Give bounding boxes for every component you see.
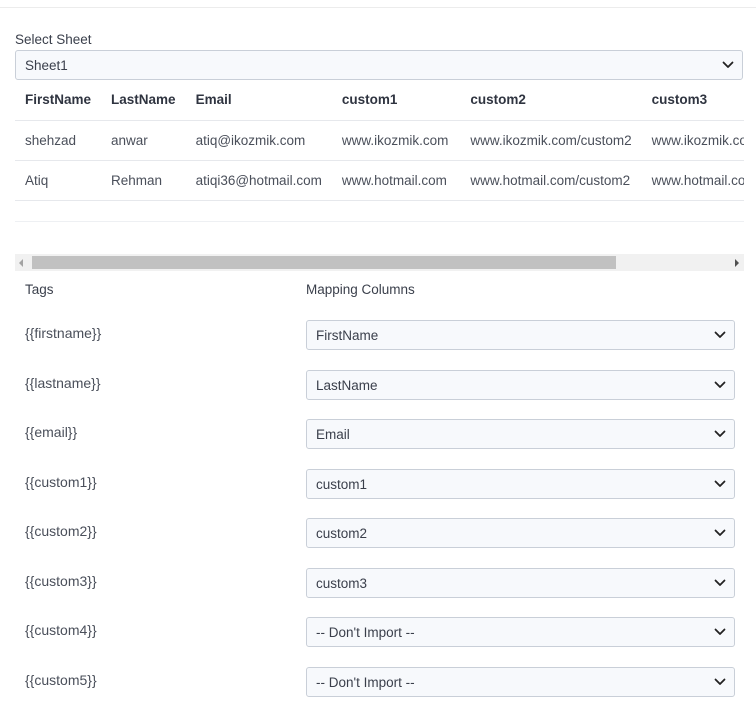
column-header-lastname: LastName [101, 80, 186, 121]
scrollbar-thumb[interactable] [32, 256, 616, 269]
tags-header: Tags [25, 282, 54, 297]
column-header-custom1: custom1 [331, 80, 461, 121]
table-header-row: FirstName LastName Email custom1 custom2… [15, 80, 744, 121]
table-cell: Rehman [101, 160, 186, 201]
mapping-select-email[interactable]: Email [306, 419, 735, 449]
mapping-select-value: custom3 [316, 575, 368, 591]
tag-custom5: {{custom5}} [25, 672, 97, 688]
table-bottom-divider [15, 221, 744, 222]
table-cell: www.ikozmik.com/custom3 [641, 120, 744, 161]
mapping-select-value: -- Don't Import -- [316, 624, 415, 640]
mapping-select-value: LastName [316, 377, 378, 393]
column-header-custom2: custom2 [460, 80, 642, 121]
table-row: shehzad anwar atiq@ikozmik.com www.ikozm… [15, 120, 744, 161]
table-cell: www.hotmail.com [331, 160, 461, 201]
chevron-down-icon [714, 529, 726, 536]
table-cell: www.hotmail.com/custom3 [641, 160, 744, 201]
mapping-select-value: -- Don't Import -- [316, 674, 415, 690]
select-sheet-label: Select Sheet [15, 32, 92, 47]
mapping-select-custom4[interactable]: -- Don't Import -- [306, 617, 735, 647]
mapping-select-value: custom1 [316, 476, 368, 492]
arrow-left-icon[interactable] [19, 259, 23, 267]
chevron-down-icon [714, 381, 726, 388]
preview-table-container: FirstName LastName Email custom1 custom2… [15, 80, 744, 255]
tag-custom1: {{custom1}} [25, 474, 97, 490]
mapping-select-custom5[interactable]: -- Don't Import -- [306, 667, 735, 697]
tag-firstname: {{firstname}} [25, 325, 102, 341]
mapping-columns-header: Mapping Columns [306, 282, 415, 297]
table-cell: www.ikozmik.com/custom2 [460, 120, 642, 161]
table-cell: shehzad [15, 120, 102, 161]
tag-custom3: {{custom3}} [25, 573, 97, 589]
table-cell: anwar [101, 120, 186, 161]
mapping-select-custom2[interactable]: custom2 [306, 518, 735, 548]
arrow-right-icon[interactable] [735, 259, 739, 267]
tag-email: {{email}} [25, 424, 78, 440]
table-cell: atiq@ikozmik.com [185, 120, 332, 161]
chevron-down-icon [714, 579, 726, 586]
mapping-select-value: custom2 [316, 525, 368, 541]
mapping-select-custom1[interactable]: custom1 [306, 469, 735, 499]
chevron-down-icon [714, 628, 726, 635]
table-row: Atiq Rehman atiqi36@hotmail.com www.hotm… [15, 160, 744, 201]
mapping-select-value: FirstName [316, 327, 379, 343]
chevron-down-icon [714, 678, 726, 685]
mapping-select-firstname[interactable]: FirstName [306, 320, 735, 350]
select-sheet-dropdown[interactable]: Sheet1 [15, 50, 743, 80]
chevron-down-icon [714, 480, 726, 487]
mapping-select-lastname[interactable]: LastName [306, 370, 735, 400]
table-cell: www.hotmail.com/custom2 [460, 160, 642, 201]
column-header-custom3: custom3 [641, 80, 744, 121]
mapping-select-custom3[interactable]: custom3 [306, 568, 735, 598]
chevron-down-icon [714, 331, 726, 338]
chevron-down-icon [714, 430, 726, 437]
tag-custom4: {{custom4}} [25, 622, 97, 638]
horizontal-scrollbar[interactable] [15, 254, 744, 271]
preview-table: FirstName LastName Email custom1 custom2… [15, 80, 744, 201]
table-cell: atiqi36@hotmail.com [185, 160, 332, 201]
table-cell: Atiq [15, 160, 102, 201]
column-header-firstname: FirstName [15, 80, 102, 121]
select-sheet-value: Sheet1 [25, 57, 68, 73]
table-cell: www.ikozmik.com [331, 120, 461, 161]
chevron-down-icon [722, 61, 734, 68]
column-header-email: Email [185, 80, 332, 121]
mapping-select-value: Email [316, 426, 350, 442]
tag-custom2: {{custom2}} [25, 523, 97, 539]
tag-lastname: {{lastname}} [25, 375, 101, 391]
top-divider [0, 7, 756, 8]
